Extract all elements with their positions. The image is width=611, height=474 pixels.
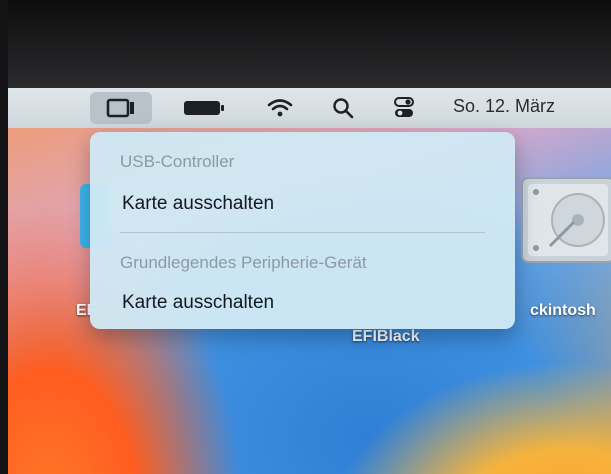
menu-item-disable-card-usb[interactable]: Karte ausschalten (110, 187, 495, 221)
menu-divider (120, 232, 485, 233)
search-icon[interactable] (326, 92, 360, 124)
battery-icon[interactable] (176, 92, 232, 124)
screen-icon[interactable] (90, 92, 152, 124)
dropdown-menu: USB-Controller Karte ausschalten Grundle… (90, 132, 515, 329)
menu-bar-clock[interactable]: So. 12. März (453, 96, 555, 117)
desktop-item-label[interactable]: EFIBlack (352, 328, 420, 346)
screen-bezel (0, 0, 611, 90)
menu-bar: So. 12. März (8, 88, 611, 128)
control-center-icon[interactable] (384, 92, 424, 124)
section-header-usb-controller: USB-Controller (120, 152, 235, 171)
section-header-peripheral-device: Grundlegendes Peripherie-Gerät (120, 253, 367, 272)
screen-bezel-left (0, 0, 8, 474)
wifi-icon[interactable] (260, 92, 300, 124)
hard-drive-icon[interactable] (520, 176, 611, 264)
menu-item-disable-card-peripheral[interactable]: Karte ausschalten (110, 286, 495, 320)
desktop-item-label[interactable]: ckintosh (530, 302, 596, 320)
